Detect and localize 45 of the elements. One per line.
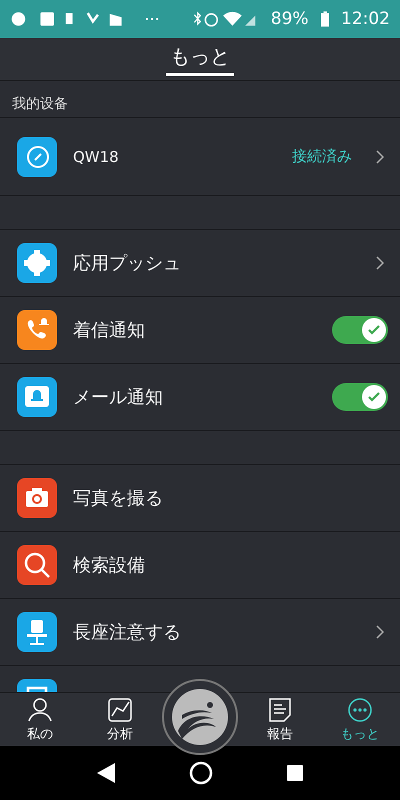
chair-icon bbox=[17, 612, 57, 652]
more-icon bbox=[347, 696, 373, 722]
settings-row[interactable]: 検索設備 bbox=[0, 532, 400, 599]
page-title: もっと bbox=[166, 38, 234, 76]
bell-icon bbox=[17, 377, 57, 417]
row-label: メール通知 bbox=[73, 386, 164, 409]
battery-percent: 89% bbox=[270, 9, 309, 29]
chevron-icon bbox=[376, 256, 384, 270]
person-icon bbox=[27, 696, 53, 722]
tab[interactable]: 分析 bbox=[80, 693, 160, 746]
toggle-switch[interactable] bbox=[332, 383, 388, 411]
clock: 12:02 bbox=[341, 9, 390, 29]
row-label: 着信通知 bbox=[73, 319, 146, 342]
settings-row[interactable]: 写真を撮る bbox=[0, 465, 400, 532]
row-label: 写真を撮る bbox=[73, 487, 164, 510]
watch-icon bbox=[17, 136, 57, 176]
settings-row[interactable]: QW18 接続済み bbox=[0, 118, 400, 196]
connection-status: 接続済み bbox=[292, 147, 352, 166]
check-icon bbox=[367, 390, 381, 404]
toggle-switch[interactable] bbox=[332, 316, 388, 344]
runner-logo-icon bbox=[170, 687, 230, 747]
chevron-icon bbox=[376, 150, 384, 164]
chevron-icon bbox=[376, 625, 384, 639]
tab[interactable]: もっと bbox=[320, 693, 400, 746]
settings-row[interactable]: 長座注意する bbox=[0, 599, 400, 666]
search-icon bbox=[17, 545, 57, 585]
row-label: QW18 bbox=[73, 148, 120, 166]
row-label: 応用プッシュ bbox=[73, 252, 182, 275]
tab[interactable]: 私の bbox=[0, 693, 80, 746]
tab[interactable]: 報告 bbox=[240, 693, 320, 746]
camera-icon bbox=[17, 478, 57, 518]
settings-row[interactable]: 応用プッシュ bbox=[0, 230, 400, 297]
settings-row[interactable]: メール通知 bbox=[0, 364, 400, 431]
gear-icon bbox=[17, 243, 57, 283]
row-label: 検索設備 bbox=[73, 554, 146, 577]
home-icon[interactable] bbox=[189, 761, 213, 785]
check-icon bbox=[367, 323, 381, 337]
phone-icon bbox=[17, 310, 57, 350]
section-label: 我的设备 bbox=[0, 81, 400, 118]
back-icon[interactable] bbox=[97, 763, 115, 783]
battery-icon bbox=[320, 10, 329, 28]
chart-icon bbox=[107, 696, 133, 722]
doc-icon bbox=[267, 696, 293, 722]
row-label: 長座注意する bbox=[73, 621, 182, 644]
settings-row[interactable]: 着信通知 bbox=[0, 297, 400, 364]
